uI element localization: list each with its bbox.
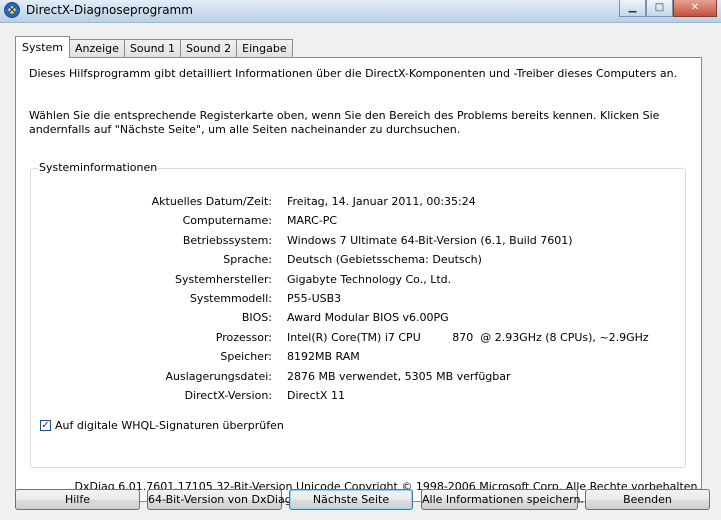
system-info-group: Systeminformationen Aktuelles Datum/Zeit… — [30, 161, 687, 468]
tab-system[interactable]: System — [15, 36, 71, 58]
info-label: Prozessor: — [215, 330, 272, 344]
button-bar: Hilfe 64-Bit-Version von DxDiag Nächste … — [0, 489, 721, 513]
info-value: MARC-PC — [287, 214, 338, 228]
info-value: P55-USB3 — [287, 292, 342, 305]
maximize-button[interactable]: □ — [646, 0, 673, 17]
title-bar[interactable]: ✕ DirectX-Diagnoseprogramm ▁ □ ✕ — [0, 0, 721, 23]
dxdiag-64bit-button[interactable]: 64-Bit-Version von DxDiag — [147, 489, 292, 510]
tab-sound-1[interactable]: Sound 1 — [123, 39, 182, 58]
info-row-date: Aktuelles Datum/Zeit: Freitag, 14. Janua… — [31, 195, 687, 213]
minimize-button[interactable]: ▁ — [619, 0, 646, 17]
tab-strip: System Anzeige Sound 1 Sound 2 Eingabe — [15, 36, 293, 58]
info-value: Freitag, 14. Januar 2011, 00:35:24 — [287, 195, 476, 208]
exit-button[interactable]: Beenden — [585, 489, 710, 510]
tab-anzeige[interactable]: Anzeige — [69, 39, 125, 58]
info-value: Gigabyte Technology Co., Ltd. — [287, 272, 452, 286]
tab-eingabe[interactable]: Eingabe — [236, 39, 293, 58]
help-button[interactable]: Hilfe — [15, 489, 140, 510]
info-value: DirectX 11 — [287, 389, 345, 402]
intro-text-2: Wählen Sie die entsprechende Registerkar… — [29, 109, 660, 136]
dialog-client-area: System Anzeige Sound 1 Sound 2 Eingabe D… — [0, 23, 721, 520]
save-all-info-button[interactable]: Alle Informationen speichern... — [421, 489, 591, 510]
info-value: Award Modular BIOS v6.00PG — [287, 311, 449, 325]
info-value: 8192MB RAM — [287, 350, 360, 364]
info-label: Computername: — [182, 214, 272, 228]
info-row-manufacturer: Systemhersteller: Gigabyte Technology Co… — [31, 273, 687, 291]
group-title: Systeminformationen — [38, 161, 159, 174]
window-title: DirectX-Diagnoseprogramm — [26, 3, 193, 17]
whql-checkbox-label[interactable]: Auf digitale WHQL-Signaturen überprüfen — [55, 419, 284, 432]
info-label: Betriebssystem: — [182, 233, 272, 247]
info-label: Systemmodell: — [189, 292, 272, 305]
whql-check-row[interactable]: ✓ Auf digitale WHQL-Signaturen überprüfe… — [40, 419, 284, 432]
close-button[interactable]: ✕ — [673, 0, 717, 17]
info-value: Deutsch (Gebietsschema: Deutsch) — [287, 253, 482, 267]
whql-checkbox[interactable]: ✓ — [40, 420, 51, 431]
info-label: Speicher: — [220, 350, 272, 364]
info-row-bios: BIOS: Award Modular BIOS v6.00PG — [31, 311, 687, 329]
info-value: 2876 MB verwendet, 5305 MB verfügbar — [287, 369, 511, 383]
info-label: Auslagerungsdatei: — [165, 369, 272, 383]
info-row-processor: Prozessor: Intel(R) Core(TM) i7 CPU 870 … — [31, 331, 687, 349]
info-label: Systemhersteller: — [174, 272, 272, 286]
next-page-button[interactable]: Nächste Seite — [289, 489, 413, 510]
info-label: Aktuelles Datum/Zeit: — [151, 195, 272, 208]
intro-text-1: Dieses Hilfsprogramm gibt detailliert In… — [29, 67, 678, 80]
window-controls: ▁ □ ✕ — [619, 0, 717, 18]
info-label: DirectX-Version: — [184, 389, 272, 402]
info-row-computername: Computername: MARC-PC — [31, 214, 687, 232]
info-row-model: Systemmodell: P55-USB3 — [31, 292, 687, 310]
info-row-os: Betriebssystem: Windows 7 Ultimate 64-Bi… — [31, 234, 687, 252]
info-row-language: Sprache: Deutsch (Gebietsschema: Deutsch… — [31, 253, 687, 271]
info-value: Intel(R) Core(TM) i7 CPU 870 @ 2.93GHz (… — [287, 330, 649, 344]
info-label: Sprache: — [223, 253, 272, 267]
info-row-memory: Speicher: 8192MB RAM — [31, 350, 687, 368]
system-tab-panel: Dieses Hilfsprogramm gibt detailliert In… — [15, 57, 702, 502]
info-row-pagefile: Auslagerungsdatei: 2876 MB verwendet, 53… — [31, 370, 687, 388]
tab-sound-2[interactable]: Sound 2 — [180, 39, 238, 58]
info-value: Windows 7 Ultimate 64-Bit-Version (6.1, … — [287, 233, 573, 247]
info-row-directx-version: DirectX-Version: DirectX 11 — [31, 389, 687, 407]
directx-app-icon: ✕ — [4, 2, 20, 18]
info-label: BIOS: — [241, 311, 272, 325]
